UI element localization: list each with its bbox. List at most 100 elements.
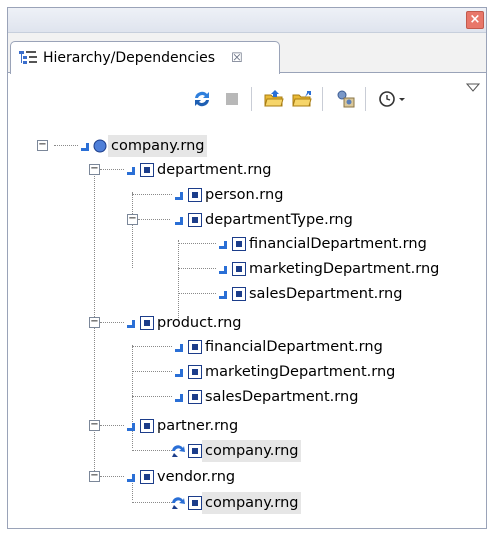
tree-connector xyxy=(178,293,216,294)
tree-connector xyxy=(178,240,179,320)
tree-connector xyxy=(132,502,172,503)
schema-file-icon xyxy=(188,188,202,202)
arrow-down-right-icon xyxy=(217,289,227,299)
tree-connector xyxy=(100,169,124,170)
tree-node[interactable]: financialDepartment.rng xyxy=(170,335,386,359)
history-dropdown-icon[interactable] xyxy=(378,89,408,109)
toolbar-separator xyxy=(365,87,366,111)
schema-file-icon xyxy=(232,237,246,251)
schema-file-icon xyxy=(188,365,202,379)
schema-file-icon xyxy=(188,340,202,354)
tree-node[interactable]: marketingDepartment.rng xyxy=(170,360,398,384)
tree-node[interactable]: financialDepartment.rng xyxy=(214,232,430,256)
view-menu-icon[interactable] xyxy=(466,82,480,94)
tree-node[interactable]: company.rng xyxy=(170,439,302,463)
node-label: marketingDepartment.rng xyxy=(249,261,440,277)
schema-root-icon xyxy=(93,139,107,153)
arrow-down-right-icon xyxy=(125,318,135,328)
tree-connector xyxy=(100,476,124,477)
tree-node[interactable]: salesDepartment.rng xyxy=(214,282,405,306)
recursive-reference-icon xyxy=(172,445,185,457)
tree-node[interactable]: company.rng xyxy=(170,491,302,515)
tree-connector xyxy=(54,145,78,146)
node-label: marketingDepartment.rng xyxy=(205,364,396,380)
tree-node[interactable]: marketingDepartment.rng xyxy=(214,257,442,281)
tree-node[interactable]: departmentType.rng xyxy=(170,208,356,232)
arrow-down-right-icon xyxy=(125,421,135,431)
recursive-reference-icon xyxy=(172,497,185,509)
tab-title: Hierarchy/Dependencies xyxy=(43,50,216,66)
toolbar-separator xyxy=(322,87,323,111)
tab-strip: Hierarchy/Dependencies ☒ xyxy=(8,33,486,74)
node-label: vendor.rng xyxy=(157,469,236,485)
node-label: person.rng xyxy=(205,187,284,203)
node-label: partner.rng xyxy=(157,418,239,434)
node-label: company.rng xyxy=(202,440,302,462)
tree-connector xyxy=(132,345,133,422)
tab-close-icon[interactable]: ☒ xyxy=(231,51,243,66)
tree-connector xyxy=(100,425,124,426)
node-label: departmentType.rng xyxy=(205,212,353,228)
collapse-toggle[interactable]: − xyxy=(37,140,48,151)
schema-file-icon xyxy=(140,470,154,484)
tree-node[interactable]: partner.rng xyxy=(122,414,241,438)
collapse-toggle[interactable]: − xyxy=(89,317,100,328)
schema-file-icon xyxy=(232,262,246,276)
hierarchy-view-panel: × Hierarchy/Dependencies ☒ − − − − − − c… xyxy=(7,7,487,529)
tree-connector xyxy=(132,450,172,451)
open-folder-icon[interactable] xyxy=(264,89,284,109)
collapse-toggle[interactable]: − xyxy=(89,420,100,431)
tree-connector xyxy=(100,322,124,323)
tree-connector xyxy=(132,194,172,195)
refresh-icon[interactable] xyxy=(192,89,212,109)
collapse-toggle[interactable]: − xyxy=(89,164,100,175)
arrow-down-right-icon xyxy=(173,190,183,200)
arrow-down-right-icon xyxy=(125,165,135,175)
tree-connector xyxy=(132,371,172,372)
schema-file-icon xyxy=(140,163,154,177)
schema-file-icon xyxy=(188,213,202,227)
tree-node-root[interactable]: company.rng xyxy=(76,134,208,158)
tree-connector xyxy=(178,268,216,269)
arrow-down-right-icon xyxy=(173,367,183,377)
schema-file-icon xyxy=(188,496,202,510)
tree-connector xyxy=(132,192,133,268)
tree-node[interactable]: salesDepartment.rng xyxy=(170,385,361,409)
tree-connector xyxy=(132,396,172,397)
node-label: salesDepartment.rng xyxy=(205,389,359,405)
tree-connector xyxy=(138,219,170,220)
node-label: financialDepartment.rng xyxy=(205,339,383,355)
tree-node[interactable]: product.rng xyxy=(122,311,244,335)
schema-file-icon xyxy=(232,287,246,301)
title-bar: × xyxy=(8,8,486,33)
hierarchy-view-icon xyxy=(19,51,37,64)
tree-connector xyxy=(132,346,172,347)
dependency-tree: − − − − − − company.rng department.rng p… xyxy=(10,120,484,526)
open-folder-icon[interactable] xyxy=(292,89,312,109)
tree-node[interactable]: person.rng xyxy=(170,183,286,207)
collapse-toggle[interactable]: − xyxy=(89,471,100,482)
window: × Hierarchy/Dependencies ☒ − − − − − − c… xyxy=(0,0,492,535)
arrow-down-right-icon xyxy=(217,264,227,274)
arrow-down-right-icon xyxy=(173,215,183,225)
tab-hierarchy-dependencies[interactable]: Hierarchy/Dependencies ☒ xyxy=(10,41,280,74)
node-label: salesDepartment.rng xyxy=(249,286,403,302)
node-label: department.rng xyxy=(157,162,272,178)
arrow-down-right-icon xyxy=(173,392,183,402)
close-button[interactable]: × xyxy=(466,11,484,29)
configure-icon[interactable] xyxy=(336,89,356,109)
schema-file-icon xyxy=(140,419,154,433)
node-label: company.rng xyxy=(202,492,302,514)
arrow-down-right-icon xyxy=(217,239,227,249)
tree-node[interactable]: department.rng xyxy=(122,158,275,182)
node-label: financialDepartment.rng xyxy=(249,236,427,252)
stop-icon[interactable] xyxy=(222,89,242,109)
tree-node[interactable]: vendor.rng xyxy=(122,465,238,489)
collapse-toggle[interactable]: − xyxy=(127,214,138,225)
node-label: company.rng xyxy=(108,135,208,157)
arrow-down-right-icon xyxy=(79,141,89,151)
arrow-down-right-icon xyxy=(173,342,183,352)
schema-file-icon xyxy=(140,316,154,330)
node-label: product.rng xyxy=(157,315,242,331)
arrow-down-right-icon xyxy=(125,472,135,482)
